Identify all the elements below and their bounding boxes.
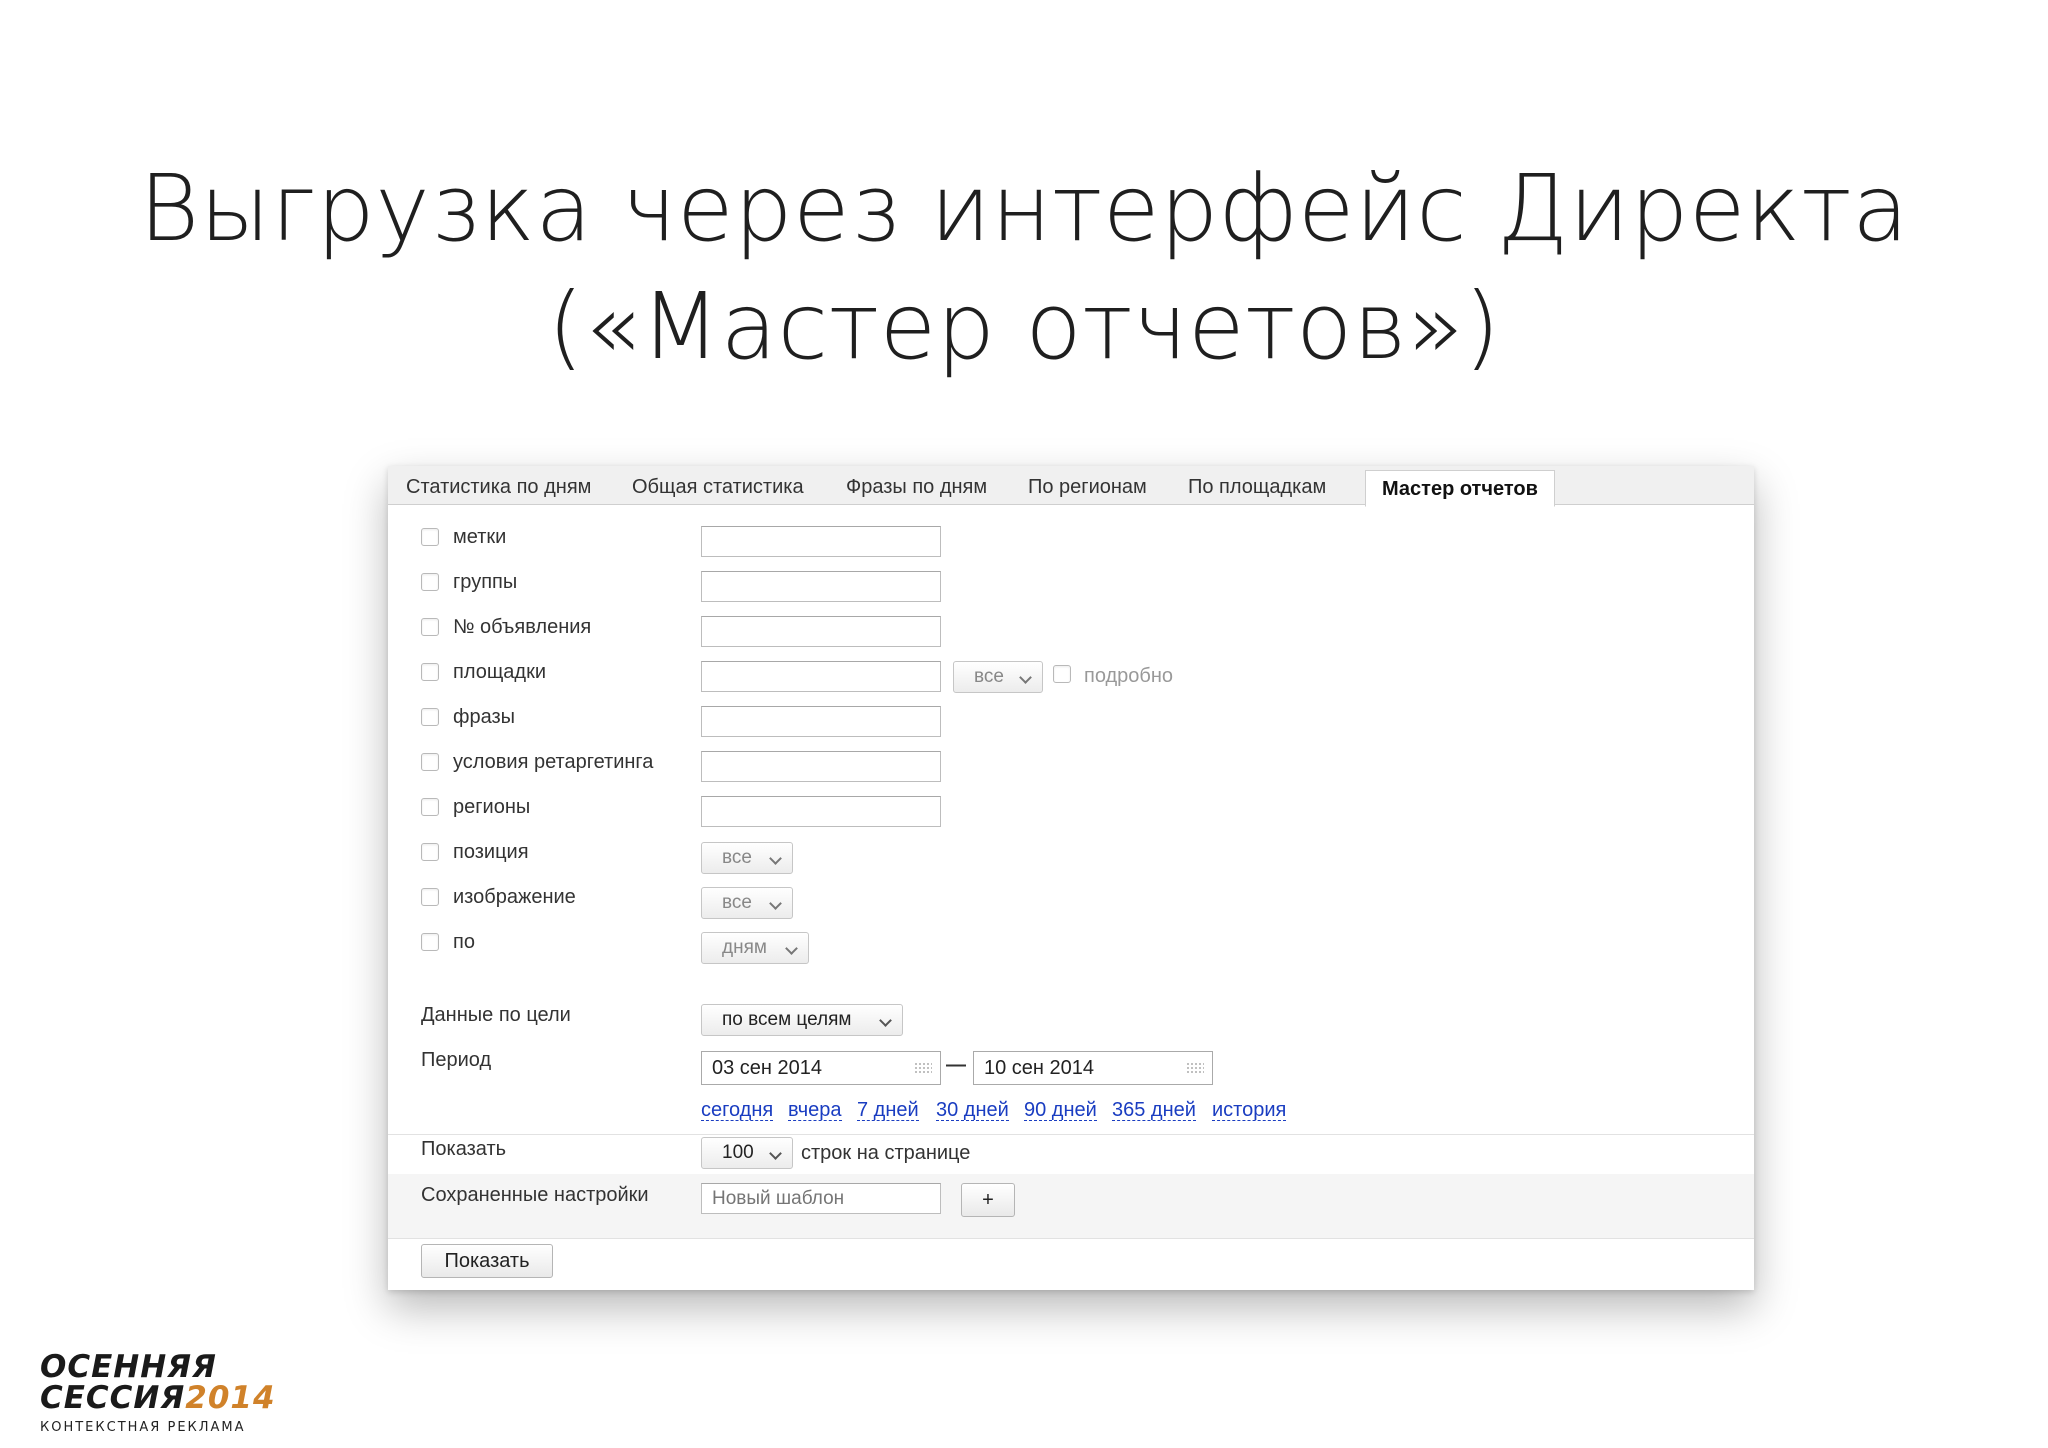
logo-line-1: ОСЕННЯЯ	[40, 1349, 217, 1385]
rows-per-page-select[interactable]: 100	[701, 1137, 793, 1169]
tab-general-stats[interactable]: Общая статистика	[632, 476, 804, 499]
checkbox-regions[interactable]	[421, 798, 439, 816]
detailed-label: подробно	[1084, 665, 1174, 687]
calendar-icon[interactable]	[914, 1062, 932, 1074]
logo-year: 2014	[185, 1380, 276, 1416]
calendar-icon[interactable]	[1186, 1062, 1204, 1074]
period-link-today[interactable]: сегодня	[701, 1100, 774, 1121]
period-from-value: 03 сен 2014	[712, 1057, 823, 1079]
group-by-select-value: дням	[722, 937, 767, 958]
filter-label-regions: регионы	[453, 796, 531, 818]
checkbox-retargeting[interactable]	[421, 753, 439, 771]
logo-line-2-text: СЕССИЯ	[40, 1380, 186, 1416]
period-link-365-days[interactable]: 365 дней	[1112, 1100, 1196, 1121]
slide-title-line-1: Выгрузка через интерфейс Директа	[139, 155, 1909, 262]
placements-input[interactable]	[701, 661, 941, 692]
position-select-value: все	[722, 847, 752, 868]
chevron-down-icon	[769, 1147, 782, 1160]
saved-settings-label: Сохраненные настройки	[421, 1184, 649, 1206]
rows-per-page-suffix: строк на странице	[801, 1142, 971, 1164]
image-select[interactable]: все	[701, 887, 793, 919]
groups-input[interactable]	[701, 571, 941, 602]
group-by-select[interactable]: дням	[701, 932, 809, 964]
period-link-7-days[interactable]: 7 дней	[857, 1100, 919, 1121]
filter-label-image: изображение	[453, 886, 576, 908]
chevron-down-icon	[1019, 671, 1032, 684]
period-to-input[interactable]: 10 сен 2014	[973, 1051, 1213, 1085]
checkbox-group-by[interactable]	[421, 933, 439, 951]
rows-per-page-value: 100	[722, 1142, 754, 1163]
report-wizard-screenshot: Статистика по дням Общая статистика Фраз…	[388, 466, 1754, 1290]
period-link-history[interactable]: история	[1212, 1100, 1287, 1121]
retargeting-input[interactable]	[701, 751, 941, 782]
checkbox-detailed[interactable]	[1053, 665, 1071, 683]
period-separator: —	[946, 1054, 966, 1076]
image-select-value: все	[722, 892, 752, 913]
divider	[388, 1238, 1754, 1239]
chevron-down-icon	[785, 942, 798, 955]
checkbox-ad-number[interactable]	[421, 618, 439, 636]
tab-by-regions[interactable]: По регионам	[1028, 476, 1147, 499]
tab-daily-stats[interactable]: Статистика по дням	[406, 476, 591, 499]
tab-phrases-by-day[interactable]: Фразы по дням	[846, 476, 987, 499]
slide-title-line-2: («Мастер отчетов»)	[547, 273, 1501, 380]
tags-input[interactable]	[701, 526, 941, 557]
goal-select-value: по всем целям	[722, 1009, 852, 1030]
filter-label-position: позиция	[453, 841, 529, 863]
period-label: Период	[421, 1049, 492, 1071]
chevron-down-icon	[769, 852, 782, 865]
slide-title: Выгрузка через интерфейс Директа («Масте…	[0, 150, 2048, 386]
template-name-input[interactable]	[701, 1183, 941, 1214]
tab-report-wizard[interactable]: Мастер отчетов	[1365, 470, 1555, 507]
regions-input[interactable]	[701, 796, 941, 827]
show-label: Показать	[421, 1138, 507, 1160]
phrases-input[interactable]	[701, 706, 941, 737]
ad-number-input[interactable]	[701, 616, 941, 647]
filter-label-group-by: по	[453, 931, 475, 953]
logo-line-2: СЕССИЯ2014	[40, 1383, 276, 1414]
chevron-down-icon	[879, 1014, 892, 1027]
divider	[388, 1134, 1754, 1135]
checkbox-groups[interactable]	[421, 573, 439, 591]
placements-select-value: все	[974, 666, 1004, 687]
checkbox-tags[interactable]	[421, 528, 439, 546]
period-link-yesterday[interactable]: вчера	[788, 1100, 842, 1121]
period-from-input[interactable]: 03 сен 2014	[701, 1051, 941, 1085]
period-to-value: 10 сен 2014	[984, 1057, 1095, 1079]
tab-by-placements[interactable]: По площадкам	[1188, 476, 1326, 499]
filter-label-phrases: фразы	[453, 706, 516, 728]
checkbox-placements[interactable]	[421, 663, 439, 681]
checkbox-position[interactable]	[421, 843, 439, 861]
period-link-30-days[interactable]: 30 дней	[936, 1100, 1009, 1121]
filter-label-retargeting: условия ретаргетинга	[453, 751, 654, 773]
checkbox-image[interactable]	[421, 888, 439, 906]
period-link-90-days[interactable]: 90 дней	[1024, 1100, 1097, 1121]
goal-select[interactable]: по всем целям	[701, 1004, 903, 1036]
tab-bar: Статистика по дням Общая статистика Фраз…	[388, 466, 1754, 507]
filter-label-groups: группы	[453, 571, 518, 593]
placements-select[interactable]: все	[953, 661, 1043, 693]
conference-logo: ОСЕННЯЯ СЕССИЯ2014 КОНТЕКСТНАЯ РЕКЛАМА	[40, 1349, 276, 1436]
goal-label: Данные по цели	[421, 1004, 571, 1026]
checkbox-phrases[interactable]	[421, 708, 439, 726]
filter-label-placements: площадки	[453, 661, 547, 683]
add-template-button[interactable]: +	[961, 1183, 1015, 1217]
show-report-button[interactable]: Показать	[421, 1244, 553, 1278]
chevron-down-icon	[769, 897, 782, 910]
position-select[interactable]: все	[701, 842, 793, 874]
filter-label-ad-number: № объявления	[453, 616, 592, 638]
logo-subtitle: КОНТЕКСТНАЯ РЕКЛАМА	[40, 1420, 246, 1435]
filter-label-tags: метки	[453, 526, 507, 548]
